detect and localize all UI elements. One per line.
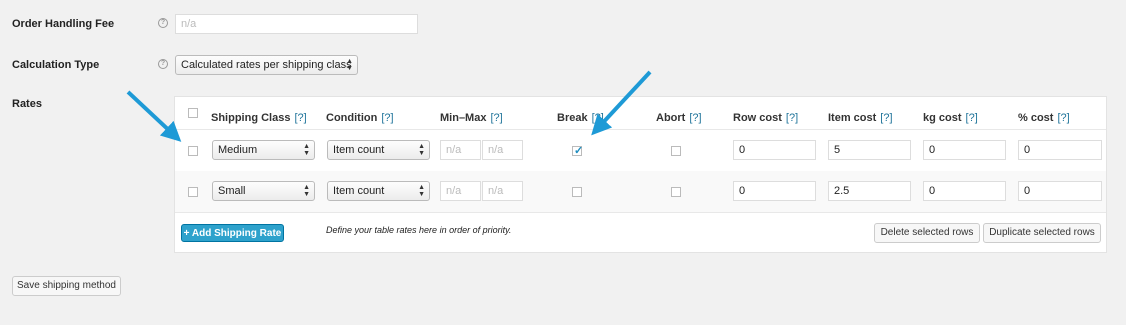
- calculation-type-label: Calculation Type: [12, 59, 100, 71]
- col-condition: Condition [?]: [326, 112, 394, 124]
- add-shipping-rate-button[interactable]: + Add Shipping Rate: [181, 224, 284, 242]
- save-shipping-method-button[interactable]: Save shipping method: [12, 276, 121, 296]
- updown-arrows-icon: ▲ ▼: [418, 143, 425, 157]
- updown-arrows-icon: ▲ ▼: [303, 143, 310, 157]
- shipping-class-select[interactable]: Small ▲ ▼: [212, 181, 315, 201]
- break-checkbox[interactable]: [572, 187, 582, 197]
- rates-label: Rates: [12, 98, 42, 110]
- row-select-checkbox[interactable]: [188, 146, 198, 156]
- min-input[interactable]: [440, 181, 481, 201]
- header-divider: [175, 129, 1106, 130]
- checkmark-icon: ✓: [574, 145, 584, 157]
- help-link[interactable]: [?]: [294, 112, 306, 124]
- break-checkbox[interactable]: ✓: [572, 145, 584, 157]
- updown-arrows-icon: ▲ ▼: [418, 184, 425, 198]
- help-link[interactable]: [?]: [966, 112, 978, 124]
- col-pct-cost: % cost [?]: [1018, 112, 1070, 124]
- help-link[interactable]: [?]: [381, 112, 393, 124]
- max-input[interactable]: [482, 181, 523, 201]
- help-link[interactable]: [?]: [689, 112, 701, 124]
- max-input[interactable]: [482, 140, 523, 160]
- row-select-checkbox[interactable]: [188, 187, 198, 197]
- help-link[interactable]: [?]: [592, 112, 604, 124]
- updown-arrows-icon: ▲ ▼: [346, 58, 353, 72]
- calculation-type-value: Calculated rates per shipping class: [181, 59, 352, 71]
- select-all-checkbox[interactable]: [188, 108, 198, 118]
- col-kg-cost: kg cost [?]: [923, 112, 978, 124]
- shipping-class-select[interactable]: Medium ▲ ▼: [212, 140, 315, 160]
- row-cost-input[interactable]: [733, 140, 816, 160]
- table-hint: Define your table rates here in order of…: [326, 225, 512, 235]
- row-cost-input[interactable]: [733, 181, 816, 201]
- abort-checkbox[interactable]: [671, 187, 681, 197]
- arrow-to-checkbox-icon: [126, 90, 182, 142]
- duplicate-selected-rows-button[interactable]: Duplicate selected rows: [983, 223, 1101, 243]
- condition-select[interactable]: Item count ▲ ▼: [327, 181, 430, 201]
- handling-fee-input[interactable]: [175, 14, 418, 34]
- help-link[interactable]: [?]: [880, 112, 892, 124]
- col-abort: Abort [?]: [656, 112, 702, 124]
- help-icon[interactable]: ?: [158, 59, 168, 69]
- calculation-type-select[interactable]: Calculated rates per shipping class ▲ ▼: [175, 55, 358, 75]
- pct-cost-input[interactable]: [1018, 181, 1102, 201]
- help-icon[interactable]: ?: [158, 18, 168, 28]
- condition-select[interactable]: Item count ▲ ▼: [327, 140, 430, 160]
- col-row-cost: Row cost [?]: [733, 112, 799, 124]
- footer-divider: [175, 212, 1106, 213]
- col-shipping-class: Shipping Class [?]: [211, 112, 307, 124]
- help-link[interactable]: [?]: [1057, 112, 1069, 124]
- abort-checkbox[interactable]: [671, 146, 681, 156]
- updown-arrows-icon: ▲ ▼: [303, 184, 310, 198]
- col-break: Break [?]: [557, 112, 604, 124]
- col-min-max: Min–Max [?]: [440, 112, 503, 124]
- delete-selected-rows-button[interactable]: Delete selected rows: [874, 223, 980, 243]
- kg-cost-input[interactable]: [923, 140, 1006, 160]
- pct-cost-input[interactable]: [1018, 140, 1102, 160]
- kg-cost-input[interactable]: [923, 181, 1006, 201]
- col-item-cost: Item cost [?]: [828, 112, 893, 124]
- handling-fee-label: Order Handling Fee: [12, 18, 115, 30]
- help-link[interactable]: [?]: [786, 112, 798, 124]
- min-input[interactable]: [440, 140, 481, 160]
- help-link[interactable]: [?]: [490, 112, 502, 124]
- item-cost-input[interactable]: [828, 181, 911, 201]
- item-cost-input[interactable]: [828, 140, 911, 160]
